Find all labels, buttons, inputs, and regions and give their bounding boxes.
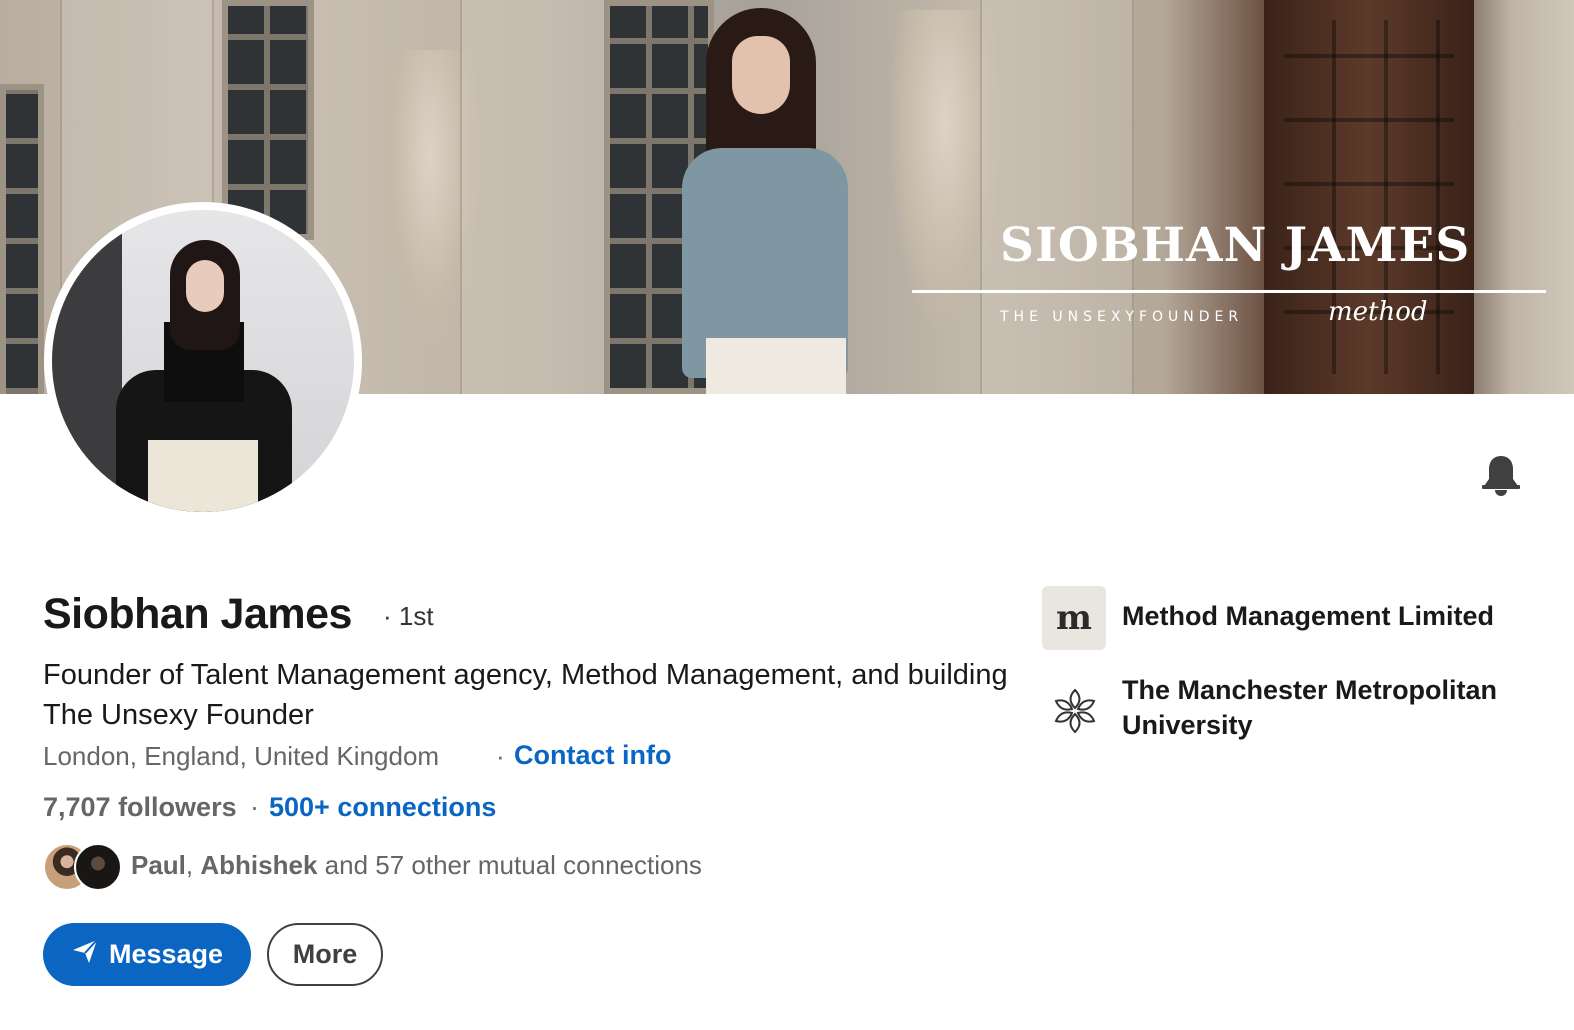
company-logo[interactable]: m (1042, 586, 1106, 650)
company-logo-letter: m (1056, 598, 1092, 638)
banner-person (670, 8, 870, 394)
flower-logo-icon[interactable] (1048, 684, 1102, 738)
location-separator: · (496, 741, 505, 771)
education-link[interactable]: The Manchester Metropolitan University (1122, 673, 1542, 743)
banner-window (222, 0, 314, 240)
more-button[interactable]: More (267, 923, 383, 986)
mutual-connections-link[interactable]: Paul, Abhishek and 57 other mutual conne… (131, 850, 702, 881)
profile-headline: Founder of Talent Management agency, Met… (43, 659, 1008, 731)
contact-info-link[interactable]: Contact info (514, 740, 671, 771)
connection-degree: · 1st (383, 601, 434, 631)
mutual-avatar (74, 843, 122, 891)
profile-location: London, England, United Kingdom (43, 741, 440, 771)
banner-divider (912, 290, 1546, 293)
bell-icon[interactable] (1478, 452, 1524, 498)
current-company-link[interactable]: Method Management Limited (1122, 601, 1494, 632)
profile-avatar[interactable] (44, 202, 362, 520)
connections-link[interactable]: 500+ connections (269, 792, 496, 823)
banner-column (980, 0, 1134, 394)
banner-window (0, 84, 44, 394)
mutual-comma: , (185, 850, 194, 880)
avatar-photo (52, 210, 354, 512)
connections-separator: · (250, 792, 259, 822)
more-button-label: More (292, 939, 358, 969)
paper-plane-icon (71, 937, 99, 972)
message-button-label: Message (108, 939, 224, 969)
followers-count: 7,707 followers (43, 792, 237, 822)
mutual-name: Abhishek (200, 850, 318, 880)
banner-title: SIOBHAN JAMES (1000, 218, 1471, 273)
mutual-name: Paul (131, 850, 186, 880)
banner-subtitle: THE UNSEXYFOUNDER (1000, 309, 1244, 325)
banner-column (460, 0, 614, 394)
message-button[interactable]: Message (43, 923, 251, 986)
profile-name: Siobhan James (43, 590, 352, 638)
mutual-rest: and 57 other mutual connections (324, 850, 702, 880)
banner-brand: method (1328, 297, 1428, 327)
banner-door (1264, 0, 1474, 394)
